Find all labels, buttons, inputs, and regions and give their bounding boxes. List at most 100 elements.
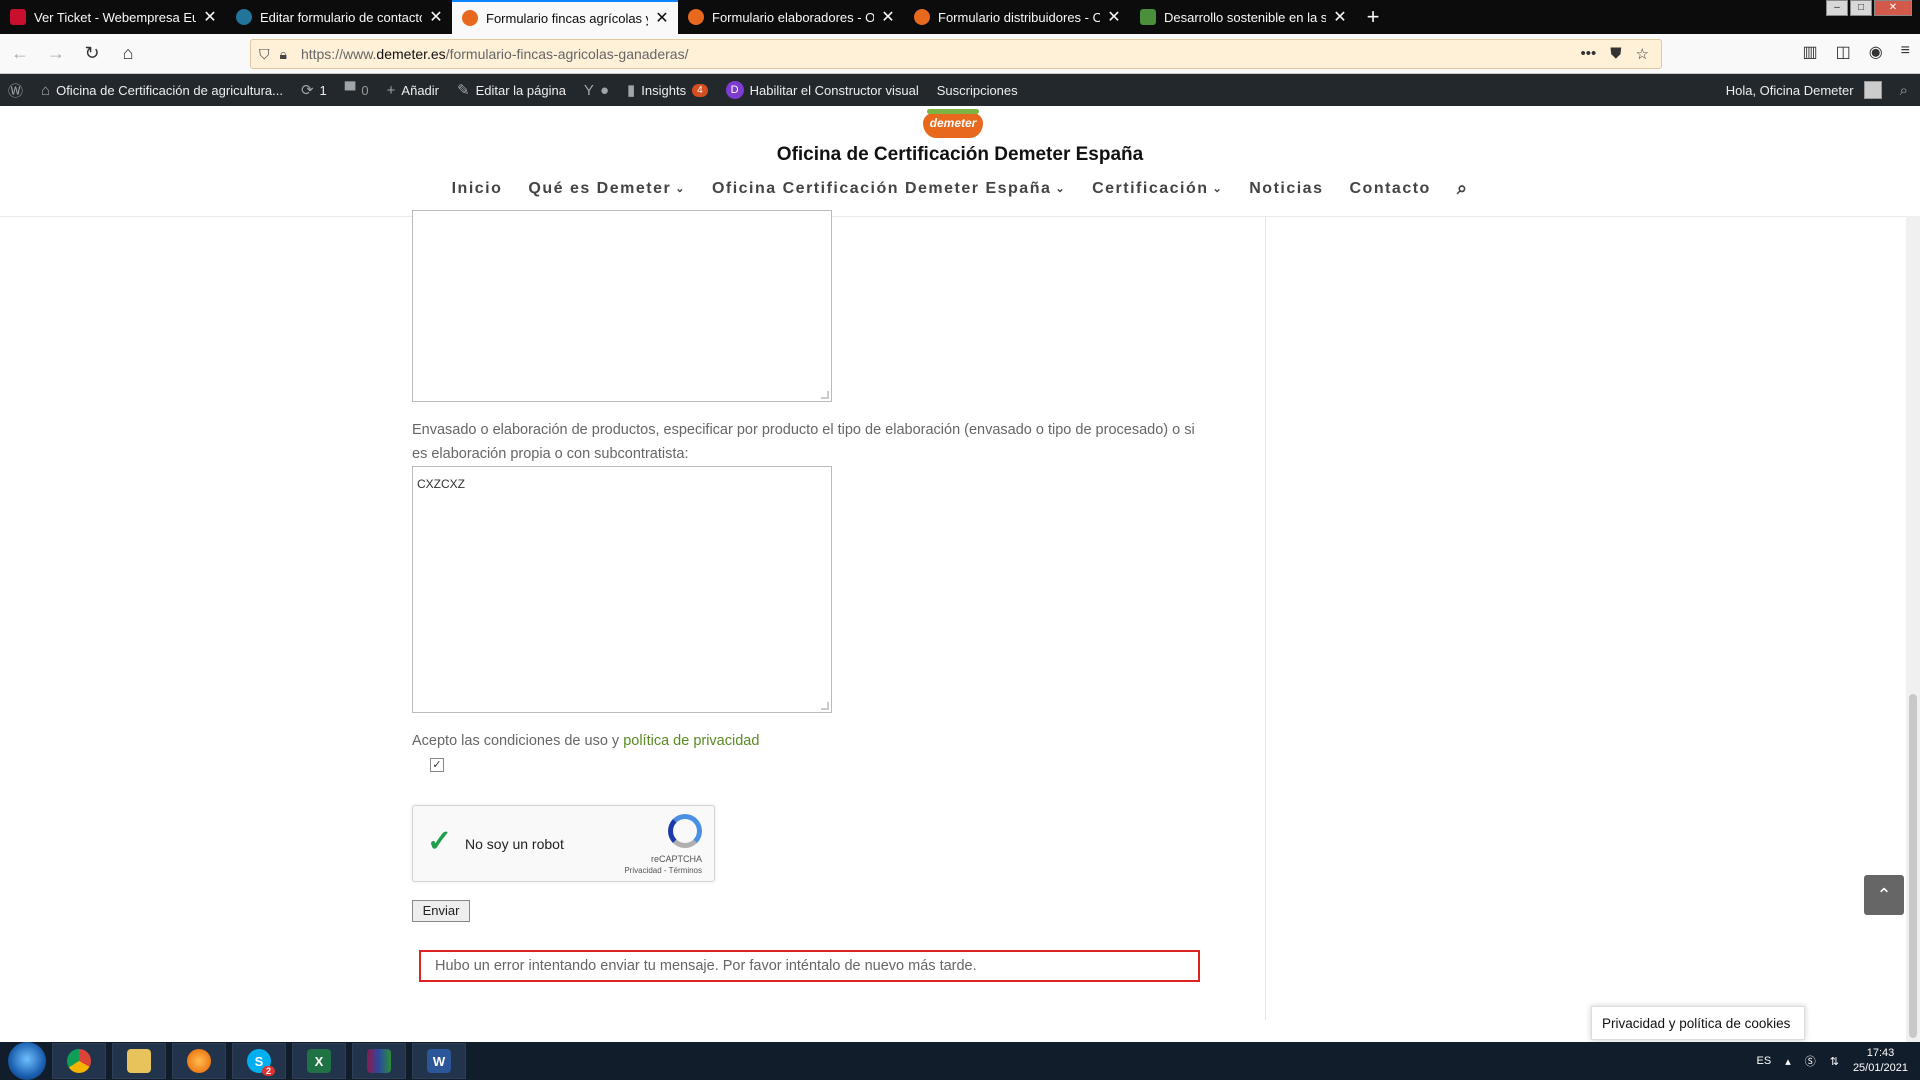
site-logo[interactable]: demeter bbox=[923, 109, 983, 138]
page-scrollbar[interactable] bbox=[1906, 216, 1920, 1042]
taskbar-skype[interactable]: S2 bbox=[232, 1043, 286, 1079]
wpbar-updates[interactable]: ⟳ 1 bbox=[301, 81, 327, 99]
page-actions-icon[interactable]: ••• bbox=[1581, 45, 1597, 63]
nav-item-inicio[interactable]: Inicio bbox=[452, 178, 503, 199]
nav-item-noticias[interactable]: Noticias bbox=[1249, 178, 1323, 199]
new-tab-button[interactable]: + bbox=[1356, 0, 1390, 34]
clock[interactable]: 17:43 25/01/2021 bbox=[1853, 1046, 1908, 1076]
tab-favicon-icon bbox=[236, 9, 252, 25]
close-icon[interactable]: ✕ bbox=[1106, 7, 1122, 27]
nav-item-que-es-demeter[interactable]: Qué es Demeter ⌄ bbox=[528, 178, 686, 199]
window-close-button[interactable]: ✕ bbox=[1874, 0, 1912, 16]
captcha-terms-link[interactable]: Privacidad - Términos bbox=[624, 866, 702, 875]
submit-button[interactable]: Enviar bbox=[412, 900, 470, 922]
wpbar-comments[interactable]: ▀ 0 bbox=[345, 82, 369, 99]
network-icon[interactable]: ⇅ bbox=[1830, 1055, 1839, 1068]
close-icon[interactable]: ✕ bbox=[1332, 7, 1348, 27]
nav-item-contacto[interactable]: Contacto bbox=[1349, 178, 1430, 199]
system-tray: ES ▴ Ⓢ ⇅ 17:43 25/01/2021 bbox=[1757, 1046, 1909, 1076]
lock-icon[interactable]: 🔒︎ bbox=[280, 46, 287, 63]
cookies-button[interactable]: Privacidad y política de cookies bbox=[1591, 1006, 1805, 1040]
recaptcha-logo-icon bbox=[668, 814, 702, 848]
skype-badge: 2 bbox=[261, 1066, 275, 1076]
sidebar-divider bbox=[1265, 216, 1266, 1020]
recaptcha-widget: ✓ No soy un robot reCAPTCHA Privacidad -… bbox=[412, 805, 715, 882]
taskbar-word[interactable]: W bbox=[412, 1043, 466, 1079]
browser-tab[interactable]: Desarrollo sostenible en la sier ✕ bbox=[1130, 0, 1356, 34]
home-button[interactable]: ⌂ bbox=[112, 38, 144, 70]
tab-favicon-icon bbox=[914, 9, 930, 25]
windows-taskbar: S2 X W ES ▴ Ⓢ ⇅ 17:43 25/01/2021 bbox=[0, 1042, 1920, 1080]
minimize-button[interactable]: – bbox=[1826, 0, 1848, 16]
url-text[interactable]: https://www.demeter.es/formulario-fincas… bbox=[301, 46, 689, 62]
excel-icon: X bbox=[307, 1049, 331, 1073]
wp-admin-bar: Ⓦ ⌂ Oficina de Certificación de agricultu… bbox=[0, 74, 1920, 106]
taskbar-excel[interactable]: X bbox=[292, 1043, 346, 1079]
resize-grip-icon[interactable] bbox=[821, 702, 829, 710]
language-indicator[interactable]: ES bbox=[1757, 1055, 1772, 1067]
close-icon[interactable]: ✕ bbox=[428, 7, 444, 27]
tray-expand-icon[interactable]: ▴ bbox=[1785, 1055, 1791, 1068]
maximize-button[interactable]: □ bbox=[1850, 0, 1872, 16]
browser-tab-strip: Ver Ticket - Webempresa Europ ✕ Editar f… bbox=[0, 0, 1920, 34]
browser-tab[interactable]: Editar formulario de contacto ✕ bbox=[226, 0, 452, 34]
browser-tab-active[interactable]: Formulario fincas agrícolas y/o ✕ bbox=[452, 0, 678, 34]
site-title: Oficina de Certificación Demeter España bbox=[776, 144, 1144, 165]
pocket-icon[interactable]: ⛊ bbox=[1610, 45, 1621, 63]
captcha-checkmark-icon[interactable]: ✓ bbox=[427, 824, 452, 859]
nav-item-certificacion[interactable]: Certificación ⌄ bbox=[1092, 178, 1223, 199]
tab-favicon-icon bbox=[688, 9, 704, 25]
updates-icon: ⟳ bbox=[300, 82, 314, 99]
taskbar-explorer[interactable] bbox=[112, 1043, 166, 1079]
back-button[interactable]: ← bbox=[4, 38, 36, 70]
tab-favicon-icon bbox=[462, 10, 478, 26]
privacy-policy-link[interactable]: política de privacidad bbox=[623, 733, 759, 749]
close-icon[interactable]: ✕ bbox=[880, 7, 896, 27]
avatar[interactable] bbox=[1863, 81, 1882, 99]
search-icon[interactable]: ⌕ bbox=[1900, 82, 1908, 99]
wordpress-logo-icon[interactable]: Ⓦ bbox=[8, 80, 23, 101]
wpbar-visual-builder[interactable]: D Habilitar el Constructor visual bbox=[725, 81, 919, 99]
browser-tab[interactable]: Formulario elaboradores - Ofic ✕ bbox=[678, 0, 904, 34]
wpbar-add-new[interactable]: + Añadir bbox=[387, 82, 439, 99]
browser-tab[interactable]: Ver Ticket - Webempresa Europ ✕ bbox=[0, 0, 226, 34]
wpbar-edit-page[interactable]: ✎ Editar la página bbox=[457, 81, 566, 99]
menu-icon[interactable]: ≡ bbox=[1901, 42, 1910, 62]
back-to-top-button[interactable]: ⌃ bbox=[1864, 875, 1904, 915]
tab-title: Desarrollo sostenible en la sier bbox=[1164, 9, 1326, 25]
accept-terms-label: Acepto las condiciones de uso y política… bbox=[412, 733, 760, 749]
close-icon[interactable]: ✕ bbox=[654, 8, 670, 28]
taskbar-winrar[interactable] bbox=[352, 1043, 406, 1079]
resize-grip-icon[interactable] bbox=[821, 391, 829, 399]
accept-terms-checkbox[interactable]: ✓ bbox=[430, 758, 444, 772]
wpbar-insights[interactable]: ▮ Insights 4 bbox=[627, 81, 708, 99]
taskbar-chrome[interactable] bbox=[52, 1043, 106, 1079]
browser-tab[interactable]: Formulario distribuidores - Ofi ✕ bbox=[904, 0, 1130, 34]
taskbar-firefox[interactable] bbox=[172, 1043, 226, 1079]
error-message: Hubo un error intentando enviar tu mensa… bbox=[419, 950, 1200, 982]
url-bar[interactable]: ⛉ 🔒︎ https://www.demeter.es/formulario-f… bbox=[250, 39, 1662, 69]
wpbar-greeting[interactable]: Hola, Oficina Demeter bbox=[1726, 83, 1854, 98]
forward-button[interactable]: → bbox=[40, 38, 72, 70]
account-icon[interactable]: ◉ bbox=[1869, 42, 1883, 62]
search-icon[interactable]: ⌕ bbox=[1457, 178, 1469, 199]
library-icon[interactable]: ▥ bbox=[1802, 42, 1817, 62]
wpbar-site-name[interactable]: ⌂ Oficina de Certificación de agricultura… bbox=[41, 82, 283, 99]
reload-button[interactable]: ↻ bbox=[76, 38, 108, 70]
insights-badge: 4 bbox=[692, 83, 708, 97]
bookmark-star-icon[interactable]: ☆ bbox=[1636, 45, 1649, 63]
wpbar-subscriptions[interactable]: Suscripciones bbox=[937, 83, 1018, 98]
elaboration-textarea[interactable]: CXZCXZ bbox=[412, 466, 832, 713]
tab-favicon-icon bbox=[10, 9, 26, 25]
close-icon[interactable]: ✕ bbox=[202, 7, 218, 27]
elaboration-value: CXZCXZ bbox=[417, 477, 465, 491]
tracking-shield-icon[interactable]: ⛉ bbox=[259, 46, 270, 63]
wpbar-yoast[interactable]: Y ● bbox=[584, 82, 609, 99]
start-button[interactable] bbox=[8, 1042, 46, 1080]
folder-icon bbox=[127, 1049, 151, 1073]
sidebar-icon[interactable]: ◫ bbox=[1836, 42, 1851, 62]
previous-textarea[interactable] bbox=[412, 210, 832, 402]
nav-item-oficina[interactable]: Oficina Certificación Demeter España ⌄ bbox=[712, 178, 1066, 199]
skype-tray-icon[interactable]: Ⓢ bbox=[1805, 1053, 1816, 1069]
scrollbar-thumb[interactable] bbox=[1909, 694, 1917, 1038]
